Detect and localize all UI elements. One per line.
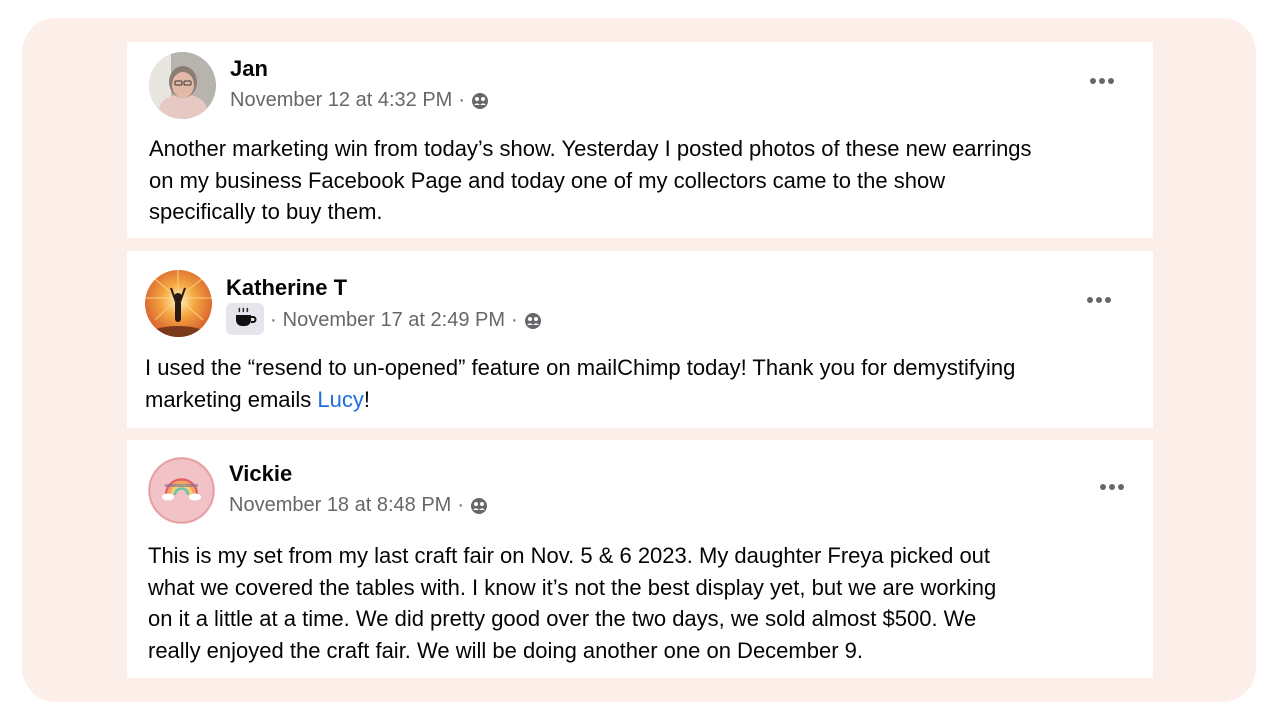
dot-icon — [1100, 484, 1106, 490]
post-text: Another marketing win from today’s show.… — [149, 136, 1032, 224]
friends-audience-icon[interactable] — [470, 497, 488, 515]
group-badge[interactable] — [226, 303, 264, 335]
dot-icon — [1109, 484, 1115, 490]
more-options-button[interactable] — [1085, 291, 1113, 309]
meta-separator: · — [458, 89, 466, 111]
dot-icon — [1090, 78, 1096, 84]
meta-separator: · — [511, 309, 518, 331]
post-card: Vickie November 18 at 8:48 PM · This is … — [127, 440, 1153, 678]
meta-separator: · — [457, 494, 465, 516]
author-name[interactable]: Katherine T — [226, 275, 347, 301]
avatar[interactable] — [148, 457, 215, 524]
post-timestamp[interactable]: November 12 at 4:32 PM — [230, 89, 452, 112]
avatar[interactable] — [149, 52, 216, 119]
post-text: I used the “resend to un-opened” feature… — [145, 352, 1140, 415]
coffee-cup-icon — [233, 306, 257, 333]
avatar[interactable] — [145, 270, 212, 337]
dot-icon — [1087, 297, 1093, 303]
dot-icon — [1099, 78, 1105, 84]
dot-icon — [1118, 484, 1124, 490]
author-name[interactable]: Vickie — [229, 461, 292, 487]
more-options-button[interactable] — [1088, 72, 1116, 90]
post-text-body: I used the “resend to un-opened” feature… — [145, 355, 1016, 412]
dot-icon — [1108, 78, 1114, 84]
post-meta: · November 17 at 2:49 PM · — [270, 309, 542, 332]
post-meta: November 12 at 4:32 PM · — [230, 89, 489, 112]
more-options-button[interactable] — [1098, 478, 1126, 496]
author-name[interactable]: Jan — [230, 56, 268, 82]
friends-audience-icon[interactable] — [471, 92, 489, 110]
post-timestamp[interactable]: November 18 at 8:48 PM — [229, 494, 451, 517]
friends-audience-icon[interactable] — [524, 312, 542, 330]
post-timestamp[interactable]: November 17 at 2:49 PM — [283, 309, 505, 332]
meta-separator: · — [270, 309, 277, 331]
dot-icon — [1096, 297, 1102, 303]
dot-icon — [1105, 297, 1111, 303]
post-meta: November 18 at 8:48 PM · — [229, 494, 488, 517]
post-text: This is my set from my last craft fair o… — [148, 543, 997, 663]
post-text-end: ! — [363, 386, 370, 412]
post-card: Jan November 12 at 4:32 PM · Another mar… — [127, 42, 1153, 238]
mention-link[interactable]: Lucy — [317, 387, 363, 412]
post-card: Katherine T · November 17 at 2:49 PM · I… — [127, 251, 1153, 428]
